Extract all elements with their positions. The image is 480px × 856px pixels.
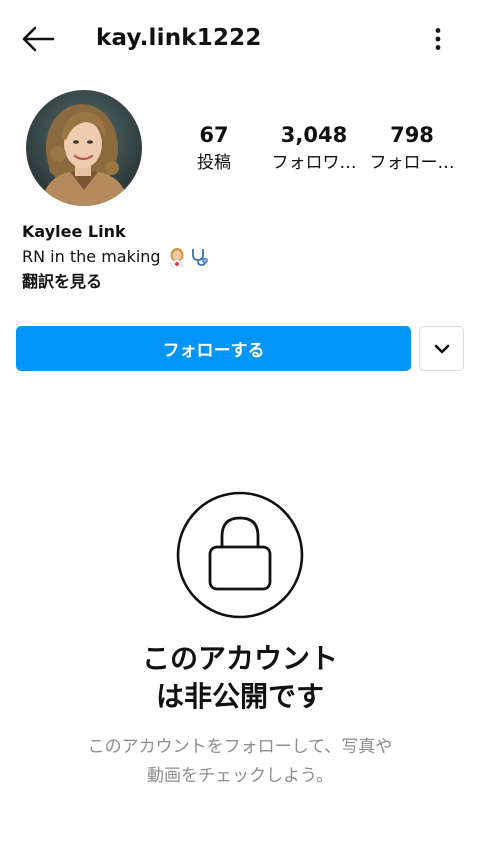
followers-count: 3,048 (280, 123, 348, 147)
stat-followers[interactable]: 3,048 フォロワ… (264, 120, 364, 176)
following-count: 798 (390, 123, 434, 147)
profile-stats: 67 投稿 3,048 フォロワ… 798 フォロー… (168, 120, 468, 180)
private-lock (176, 491, 304, 619)
top-bar: kay.link1222 (0, 0, 480, 78)
stat-posts[interactable]: 67 投稿 (164, 120, 264, 176)
private-title-line1: このアカウント (141, 642, 338, 675)
private-account-title: このアカウント は非公開です (0, 640, 480, 716)
nurse-emoji-icon (169, 247, 184, 267)
follow-button[interactable]: フォローする (16, 326, 411, 371)
translate-link[interactable]: 翻訳を見る (22, 269, 452, 294)
back-button[interactable] (18, 22, 58, 56)
more-options-button[interactable] (426, 24, 450, 54)
bio-text: RN in the making (22, 247, 161, 266)
profile-avatar[interactable] (26, 90, 142, 206)
arrow-left-icon (22, 26, 55, 52)
profile-full-name: Kaylee Link (22, 222, 126, 241)
stat-following[interactable]: 798 フォロー… (362, 120, 462, 176)
posts-count: 67 (199, 123, 229, 147)
followers-label: フォロワ… (271, 153, 357, 173)
more-vertical-icon (435, 28, 441, 50)
private-title-line2: は非公開です (155, 680, 324, 713)
lock-icon (176, 491, 304, 619)
profile-bio: Kaylee Link RN in the making 翻訳を見る (22, 220, 452, 294)
suggestions-dropdown-button[interactable] (419, 326, 464, 371)
chevron-down-icon (434, 344, 449, 353)
bio-emoji-group (167, 247, 209, 267)
private-account-description: このアカウントをフォローして、写真や動画をチェックしよう。 (87, 737, 393, 786)
profile-username: kay.link1222 (96, 25, 262, 51)
avatar-image (26, 90, 142, 206)
posts-label: 投稿 (197, 153, 231, 173)
following-label: フォロー… (369, 153, 455, 173)
bio-text-line: RN in the making (22, 244, 452, 269)
stethoscope-emoji-icon (191, 248, 208, 266)
